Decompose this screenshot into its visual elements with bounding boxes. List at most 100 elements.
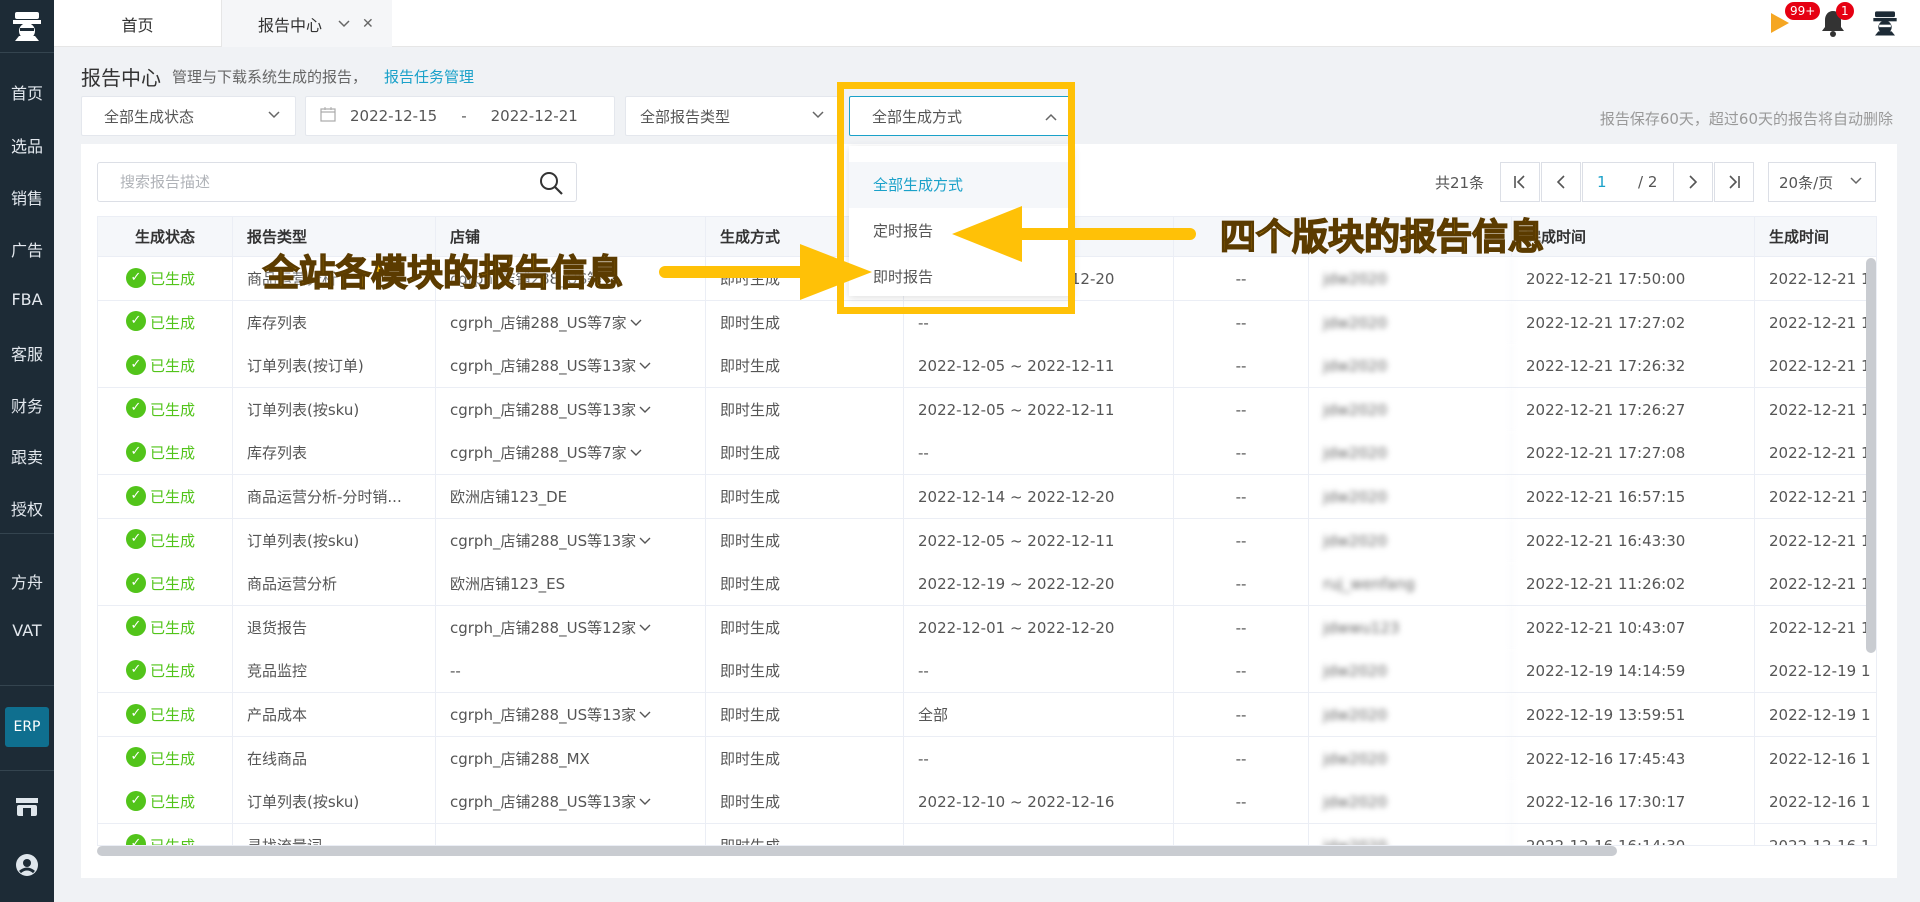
app-logo[interactable] [7,6,47,46]
date-start[interactable]: 2022-12-15 [350,107,437,125]
table-row[interactable]: ✓ 已生成 退货报告 cgrph_店铺288_US等12家 即时生成 2022-12-01… [98,605,1876,650]
retention-notice: 报告保存60天，超过60天的报告将自动删除 [1599,110,1893,128]
table-row[interactable]: ✓ 已生成 竞品监控 -- 即时生成 -- -- jdw2020 2022-12-19 14:1… [98,649,1876,694]
table-row[interactable]: ✓ 已生成 订单列表(按订单) cgrph_店铺288_US等13家 即时生成 2022-… [98,344,1876,389]
first-page-button[interactable] [1500,162,1540,202]
date-end[interactable]: 2022-12-21 [491,107,578,125]
th-done-time[interactable]: 完成时间 [1512,217,1755,257]
avatar-icon [1873,11,1897,36]
status-text: 已生成 [150,488,196,506]
cell-done-time: 2022-12-21 16:57:15 [1512,475,1755,519]
cell-done-time: 2022-12-16 17:45:43 [1512,736,1755,781]
cell-type: 寻找流量词 [233,823,436,845]
cell-shop[interactable]: cgrph_店铺288_US等7家 [436,300,706,345]
cell-shop[interactable]: cgrph_店铺288_US等12家 [436,605,706,650]
table-row[interactable]: ✓ 已生成 寻找流量词 -- 即时生成 -- -- jdw2020 2022-12-16 16:… [98,823,1876,845]
cell-method: 即时生成 [706,562,904,607]
tab-report-center[interactable]: 报告中心 ✕ [222,0,392,47]
cell-type: 商品运营分析 [233,562,436,607]
date-range-picker[interactable]: 2022-12-15 - 2022-12-21 [305,96,615,136]
report-task-link[interactable]: 报告任务管理 [384,66,474,87]
prev-page-button[interactable] [1541,162,1581,202]
cell-user: jdw2020 [1309,518,1512,563]
cell-shop[interactable]: cgrph_店铺288_US等13家 [436,518,706,563]
table-row[interactable]: ✓ 已生成 订单列表(按sku) cgrph_店铺288_US等13家 即时生成 2022… [98,780,1876,825]
cell-shop[interactable]: cgrph_店铺288_US等13家 [436,693,706,737]
status-text: 已生成 [150,270,196,288]
date-separator: - [461,107,467,125]
cell-shop: cgrph_店铺288_MX [436,736,706,781]
cell-method: 即时生成 [706,344,904,389]
cell-shop[interactable]: cgrph_店铺288_US等7家 [436,431,706,476]
table-row[interactable]: ✓ 已生成 库存列表 cgrph_店铺288_US等7家 即时生成 -- -- jdw2020… [98,431,1876,476]
cell-user: jdw2020 [1309,649,1512,694]
cell-gen-time: 2022-12-21 1 [1755,562,1876,606]
chevron-down-icon[interactable] [338,17,350,31]
cell-user: jdw2020 [1309,387,1512,432]
table-row[interactable]: ✓ 已生成 订单列表(按sku) cgrph_店铺288_US等13家 即时生成 2022… [98,518,1876,563]
sidebar-item-finance[interactable]: 财务 [0,393,54,417]
cell-extra: -- [1174,344,1309,389]
close-icon[interactable]: ✕ [362,16,374,32]
cell-method: 即时生成 [706,823,904,845]
page-size-select[interactable]: 20条/页 [1768,162,1876,202]
cell-type: 竞品监控 [233,649,436,694]
sidebar-item-follow-sell[interactable]: 跟卖 [0,444,54,468]
sidebar-item-sales[interactable]: 销售 [0,185,54,209]
last-page-button[interactable] [1714,162,1754,202]
current-page[interactable]: 1 [1597,173,1607,191]
chevron-down-icon [267,107,281,125]
store-icon[interactable] [13,792,41,820]
sidebar-item-ark[interactable]: 方舟 [0,569,54,593]
chevron-right-icon [1689,175,1698,189]
sidebar-divider [0,52,54,53]
search-icon[interactable] [538,170,564,196]
cell-extra: -- [1174,605,1309,650]
cell-shop[interactable]: cgrph_店铺288_US等13家 [436,387,706,432]
cell-gen-time: 2022-12-21 1 [1755,431,1876,475]
cell-done-time: 2022-12-21 16:43:30 [1512,518,1755,563]
table-row[interactable]: ✓ 已生成 产品成本 cgrph_店铺288_US等13家 即时生成 全部 -- jdw202… [98,693,1876,737]
sidebar-item-auth[interactable]: 授权 [0,496,54,520]
status-text: 已生成 [150,706,196,724]
status-filter-select[interactable]: 全部生成状态 [81,96,296,136]
sidebar-item-fba[interactable]: FBA [0,290,54,309]
check-circle-icon: ✓ [126,616,146,637]
user-avatar[interactable] [1870,8,1900,38]
cell-shop[interactable]: cgrph_店铺288_US等13家 [436,780,706,825]
type-filter-select[interactable]: 全部报告类型 [625,96,840,136]
sidebar-item-home[interactable]: 首页 [0,80,54,104]
cell-user: jdw2020 [1309,736,1512,781]
tab-report-center-label: 报告中心 [258,15,323,35]
sidebar-item-vat[interactable]: VAT [0,621,54,640]
table-row[interactable]: ✓ 已生成 订单列表(按sku) cgrph_店铺288_US等13家 即时生成 2022… [98,387,1876,432]
table-row[interactable]: ✓ 已生成 商品运营分析 欧洲店铺123_ES 即时生成 2022-12-19 ~ 202… [98,562,1876,607]
horizontal-scrollbar[interactable] [97,846,1617,856]
th-gen-time[interactable]: 生成时间 [1755,217,1876,257]
last-page-icon [1729,175,1740,189]
cell-user: jdw2020 [1309,780,1512,825]
table-row[interactable]: ✓ 已生成 在线商品 cgrph_店铺288_MX 即时生成 -- -- jdw2020 202… [98,736,1876,781]
tab-home[interactable]: 首页 [54,0,222,47]
cell-method: 即时生成 [706,387,904,432]
sidebar-item-erp[interactable]: ERP [5,707,49,747]
search-input[interactable] [120,163,540,201]
th-status[interactable]: 生成状态 [98,217,233,257]
support-icon[interactable] [13,851,41,879]
cell-range: -- [904,649,1174,694]
table-row[interactable]: ✓ 已生成 商品运营分析-分时销... 欧洲店铺123_DE 即时生成 2022-12-1… [98,475,1876,519]
cell-status: ✓ 已生成 [98,475,233,519]
cell-status: ✓ 已生成 [98,649,233,694]
vertical-scrollbar[interactable] [1866,258,1876,653]
cell-shop[interactable]: cgrph_店铺288_US等13家 [436,344,706,389]
chevron-down-icon [811,107,825,125]
sidebar-item-selection[interactable]: 选品 [0,133,54,157]
sidebar-item-service[interactable]: 客服 [0,341,54,365]
next-page-button[interactable] [1673,162,1713,202]
cell-range: -- [904,431,1174,476]
cell-type: 订单列表(按sku) [233,780,436,825]
sidebar-item-ads[interactable]: 广告 [0,237,54,261]
cell-gen-time: 2022-12-19 1 [1755,649,1876,693]
cell-gen-time: 2022-12-21 1 [1755,388,1876,432]
top-bar: 首页 报告中心 ✕ [54,0,1920,47]
